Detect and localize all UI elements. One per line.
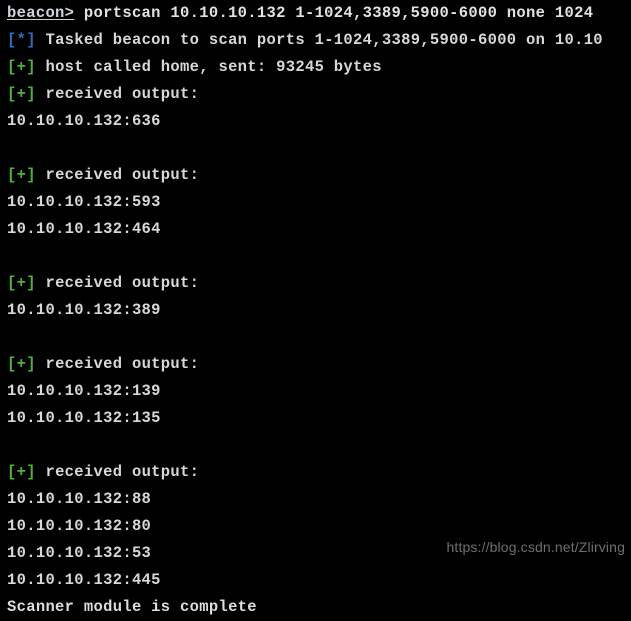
line-1-command: beacon> portscan 10.10.10.132 1-1024,338… bbox=[0, 0, 631, 27]
line-2-tasked: [*] Tasked beacon to scan ports 1-1024,3… bbox=[0, 27, 631, 54]
status-message-text: host called home, sent: 93245 bytes bbox=[35, 58, 382, 76]
success-marker-icon: [+] bbox=[7, 58, 36, 76]
status-message-text: received output: bbox=[35, 274, 200, 292]
line-20-host: 10.10.10.132:80 bbox=[0, 513, 631, 540]
line-19-host: 10.10.10.132:88 bbox=[0, 486, 631, 513]
line-11-received-3: [+] received output: bbox=[0, 270, 631, 297]
status-message-text: Tasked beacon to scan ports 1-1024,3389,… bbox=[35, 31, 603, 49]
terminal-output-area: beacon> portscan 10.10.10.132 1-1024,338… bbox=[0, 0, 631, 621]
success-marker-icon: [+] bbox=[7, 166, 36, 184]
status-message-text: received output: bbox=[35, 463, 200, 481]
line-9-host: 10.10.10.132:464 bbox=[0, 216, 631, 243]
watermark-url: https://blog.csdn.net/Zlirving bbox=[446, 539, 625, 555]
discovered-host-entry: 10.10.10.132:80 bbox=[7, 517, 152, 535]
scan-complete-text: Scanner module is complete bbox=[7, 598, 257, 616]
info-marker-icon: [*] bbox=[7, 31, 36, 49]
status-message-text: received output: bbox=[35, 85, 200, 103]
discovered-host-entry: 10.10.10.132:593 bbox=[7, 193, 161, 211]
line-3-callhome: [+] host called home, sent: 93245 bytes bbox=[0, 54, 631, 81]
line-16-host: 10.10.10.132:135 bbox=[0, 405, 631, 432]
success-marker-icon: [+] bbox=[7, 463, 36, 481]
terminal-console[interactable]: beacon> portscan 10.10.10.132 1-1024,338… bbox=[0, 0, 631, 616]
discovered-host-entry: 10.10.10.132:389 bbox=[7, 301, 161, 319]
status-message-text: received output: bbox=[35, 166, 200, 184]
discovered-host-entry: 10.10.10.132:139 bbox=[7, 382, 161, 400]
line-10-blank bbox=[0, 243, 631, 270]
line-4-received-1: [+] received output: bbox=[0, 81, 631, 108]
discovered-host-entry: 10.10.10.132:88 bbox=[7, 490, 152, 508]
discovered-host-entry: 10.10.10.132:53 bbox=[7, 544, 152, 562]
line-12-host: 10.10.10.132:389 bbox=[0, 297, 631, 324]
line-23-complete: Scanner module is complete bbox=[0, 594, 631, 621]
status-message-text: received output: bbox=[35, 355, 200, 373]
discovered-host-entry: 10.10.10.132:135 bbox=[7, 409, 161, 427]
line-17-blank bbox=[0, 432, 631, 459]
line-22-host: 10.10.10.132:445 bbox=[0, 567, 631, 594]
beacon-command-text: portscan 10.10.10.132 1-1024,3389,5900-6… bbox=[74, 4, 594, 22]
beacon-prompt-label: beacon> bbox=[7, 4, 75, 22]
success-marker-icon: [+] bbox=[7, 355, 36, 373]
discovered-host-entry: 10.10.10.132:445 bbox=[7, 571, 161, 589]
line-7-received-2: [+] received output: bbox=[0, 162, 631, 189]
line-5-host: 10.10.10.132:636 bbox=[0, 108, 631, 135]
line-15-host: 10.10.10.132:139 bbox=[0, 378, 631, 405]
line-6-blank bbox=[0, 135, 631, 162]
line-14-received-4: [+] received output: bbox=[0, 351, 631, 378]
line-18-received-5: [+] received output: bbox=[0, 459, 631, 486]
success-marker-icon: [+] bbox=[7, 274, 36, 292]
line-13-blank bbox=[0, 324, 631, 351]
discovered-host-entry: 10.10.10.132:636 bbox=[7, 112, 161, 130]
success-marker-icon: [+] bbox=[7, 85, 36, 103]
discovered-host-entry: 10.10.10.132:464 bbox=[7, 220, 161, 238]
line-8-host: 10.10.10.132:593 bbox=[0, 189, 631, 216]
